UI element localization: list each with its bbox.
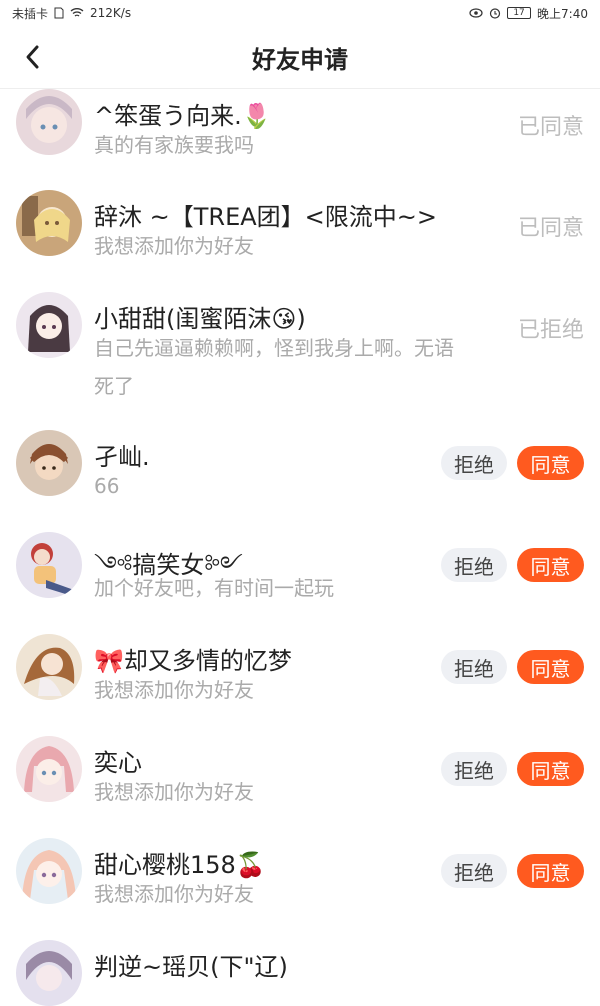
request-message-line: 自己先逼逼赖赖啊，怪到我身上啊。无语 (94, 336, 454, 360)
request-message-line: 死了 (94, 374, 134, 398)
request-message: 我想添加你为好友 (94, 780, 254, 804)
reject-button[interactable]: 拒绝 (441, 752, 507, 786)
request-message: 66 (94, 474, 120, 498)
reject-button[interactable]: 拒绝 (441, 446, 507, 480)
accept-button[interactable]: 同意 (517, 650, 584, 684)
request-status: 已拒绝 (517, 318, 584, 343)
avatar[interactable] (16, 838, 82, 904)
accept-button[interactable]: 同意 (517, 446, 584, 480)
page-title: 好友申请 (252, 45, 348, 74)
request-message: 我想添加你为好友 (94, 234, 254, 258)
avatar[interactable] (16, 736, 82, 802)
requester-name: 判逆~瑶贝(下"辽) (94, 953, 288, 981)
avatar[interactable] (16, 292, 82, 358)
accept-button[interactable]: 同意 (517, 854, 584, 888)
status-left: 未插卡 212K/s (12, 5, 131, 22)
reject-button[interactable]: 拒绝 (441, 854, 507, 888)
status-bar: 未插卡 212K/s 17 晚上7:40 (0, 0, 600, 26)
request-message: 我想添加你为好友 (94, 678, 254, 702)
sim-icon (54, 7, 64, 19)
request-status: 已同意 (517, 115, 584, 140)
avatar[interactable] (16, 940, 82, 1006)
chevron-left-icon (26, 45, 39, 69)
request-message: 加个好友吧，有时间一起玩 (94, 576, 334, 600)
reject-button[interactable]: 拒绝 (441, 650, 507, 684)
battery-icon: 17 (507, 7, 532, 19)
avatar[interactable] (16, 634, 82, 700)
alarm-icon (489, 7, 501, 19)
accept-button[interactable]: 同意 (517, 752, 584, 786)
avatar[interactable] (16, 532, 82, 598)
avatar[interactable] (16, 89, 82, 155)
status-right: 17 晚上7:40 (469, 5, 588, 22)
request-message: 真的有家族要我吗 (94, 133, 254, 157)
request-message: 我想添加你为好友 (94, 882, 254, 906)
network-speed: 212K/s (90, 6, 132, 20)
back-button[interactable] (16, 40, 50, 74)
avatar[interactable] (16, 430, 82, 496)
reject-button[interactable]: 拒绝 (441, 548, 507, 582)
avatar[interactable] (16, 190, 82, 256)
request-status: 已同意 (517, 216, 584, 241)
carrier-text: 未插卡 (12, 6, 49, 21)
clock-text: 晚上7:40 (537, 6, 588, 21)
header-bar: 好友申请 (0, 26, 600, 89)
accept-button[interactable]: 同意 (517, 548, 584, 582)
eye-icon (469, 8, 483, 18)
wifi-icon (70, 7, 84, 19)
